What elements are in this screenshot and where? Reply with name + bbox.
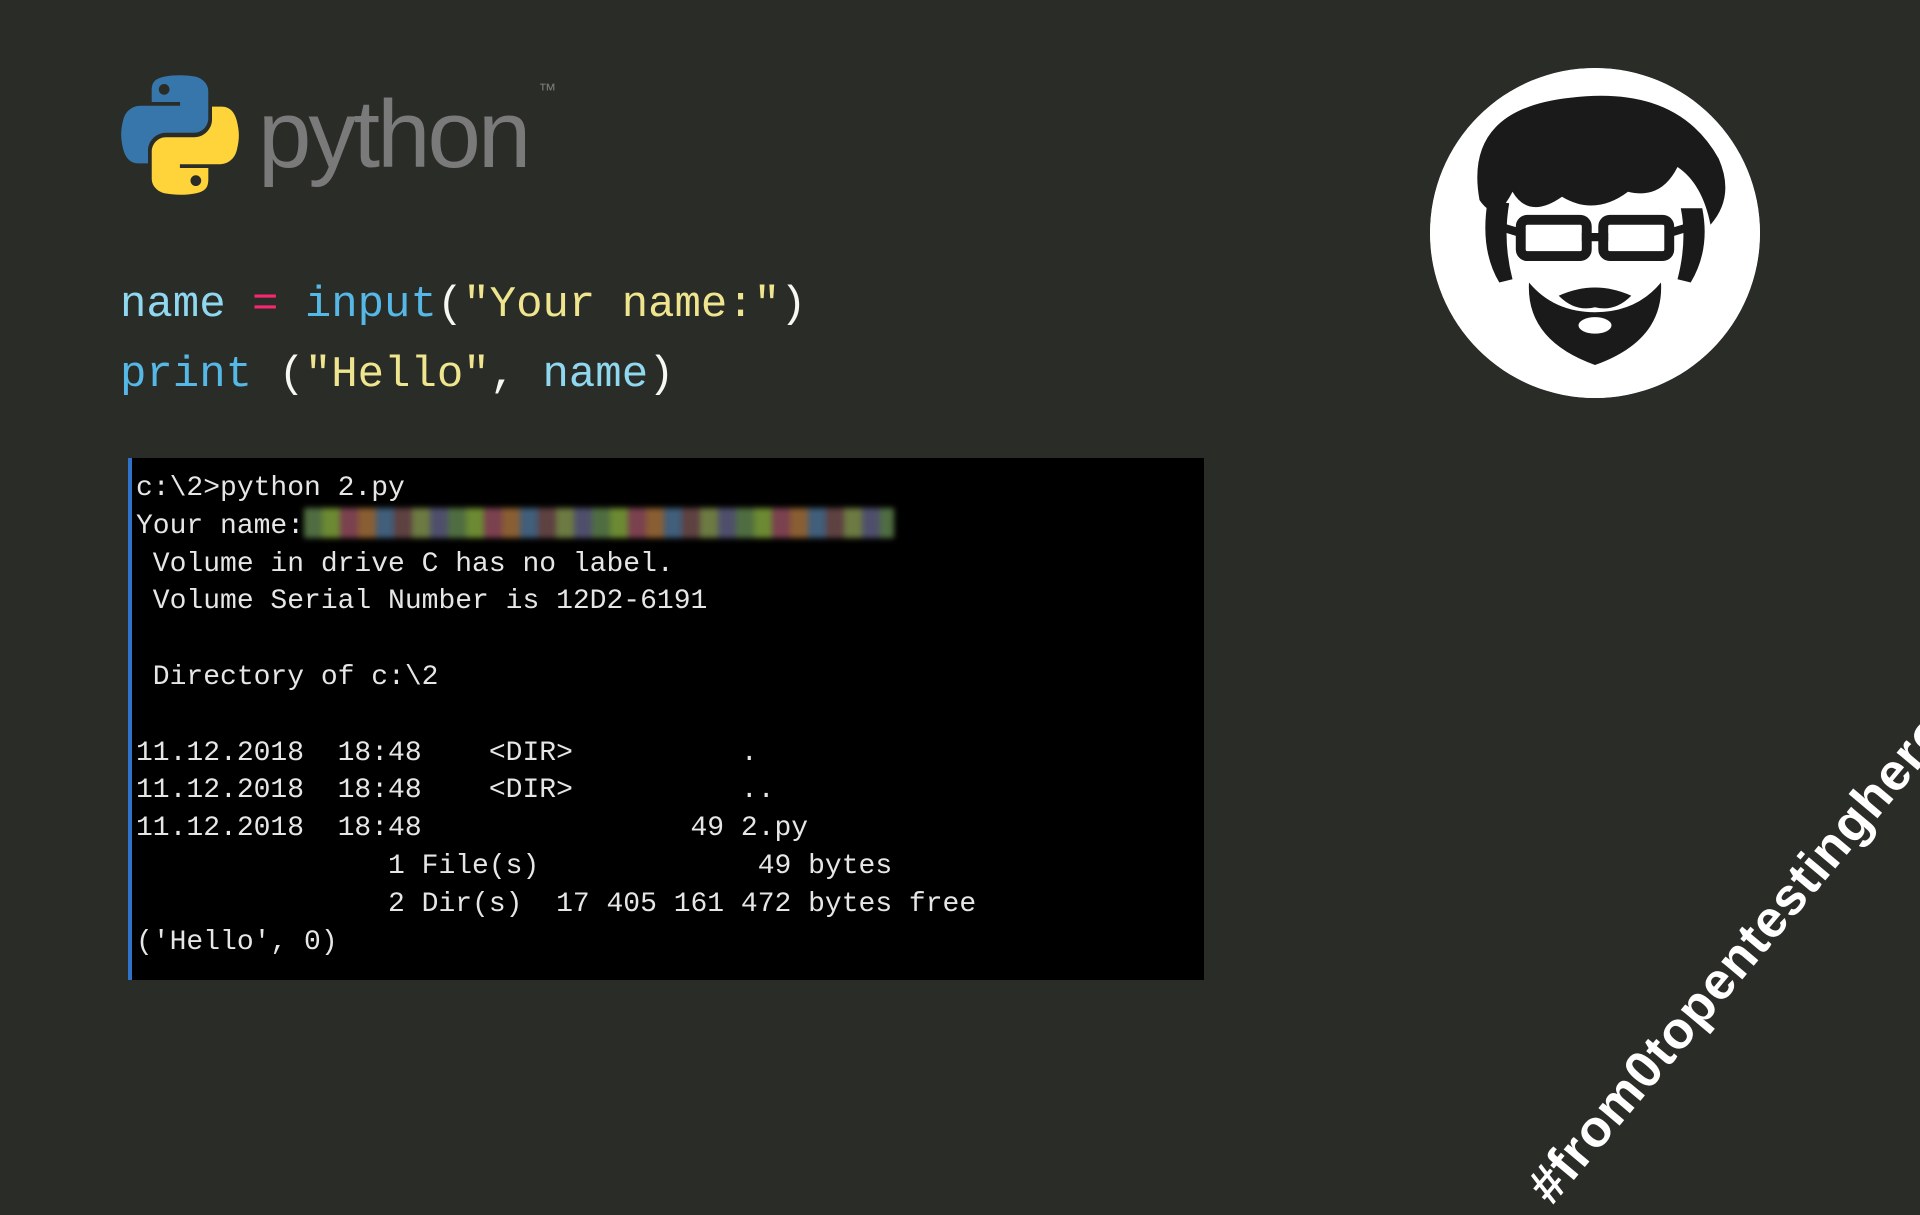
python-icon <box>120 75 240 195</box>
terminal-line: 11.12.2018 18:48 <DIR> . <box>136 735 1200 773</box>
terminal-line: Volume Serial Number is 12D2-6191 <box>136 583 1200 621</box>
code-comma: , <box>490 350 543 400</box>
code-snippet: name = input("Your name:") print ("Hello… <box>120 270 807 411</box>
code-paren: ) <box>648 350 674 400</box>
code-paren: ) <box>780 280 806 330</box>
code-string: "Your name:" <box>463 280 780 330</box>
code-paren: ( <box>278 350 304 400</box>
terminal-line <box>136 621 1200 659</box>
avatar-logo <box>1430 68 1760 398</box>
code-var: name <box>543 350 649 400</box>
terminal-line: Directory of c:\2 <box>136 659 1200 697</box>
python-logo: python ™ <box>120 75 564 195</box>
code-fn: input <box>305 280 437 330</box>
code-fn: print <box>120 350 278 400</box>
code-paren: ( <box>437 280 463 330</box>
code-var: name <box>120 280 226 330</box>
terminal-line: 11.12.2018 18:48 49 2.py <box>136 810 1200 848</box>
terminal-window: c:\2>python 2.py Your name: Volume in dr… <box>128 458 1204 980</box>
terminal-line: Volume in drive C has no label. <box>136 546 1200 584</box>
terminal-line: Your name: <box>136 508 1200 546</box>
terminal-line: 2 Dir(s) 17 405 161 472 bytes free <box>136 886 1200 924</box>
python-logo-text: python <box>258 80 528 190</box>
terminal-input-label: Your name: <box>136 511 304 542</box>
code-op: = <box>226 280 305 330</box>
terminal-line <box>136 697 1200 735</box>
hashtag-text: #from0topentestinghero <box>1515 701 1920 1215</box>
terminal-line: ('Hello', 0) <box>136 924 1200 962</box>
code-string: "Hello" <box>305 350 490 400</box>
terminal-line: 11.12.2018 18:48 <DIR> .. <box>136 772 1200 810</box>
censored-input <box>304 508 894 538</box>
avatar-icon <box>1430 68 1760 398</box>
terminal-line: c:\2>python 2.py <box>136 470 1200 508</box>
terminal-line: 1 File(s) 49 bytes <box>136 848 1200 886</box>
trademark: ™ <box>538 80 556 101</box>
